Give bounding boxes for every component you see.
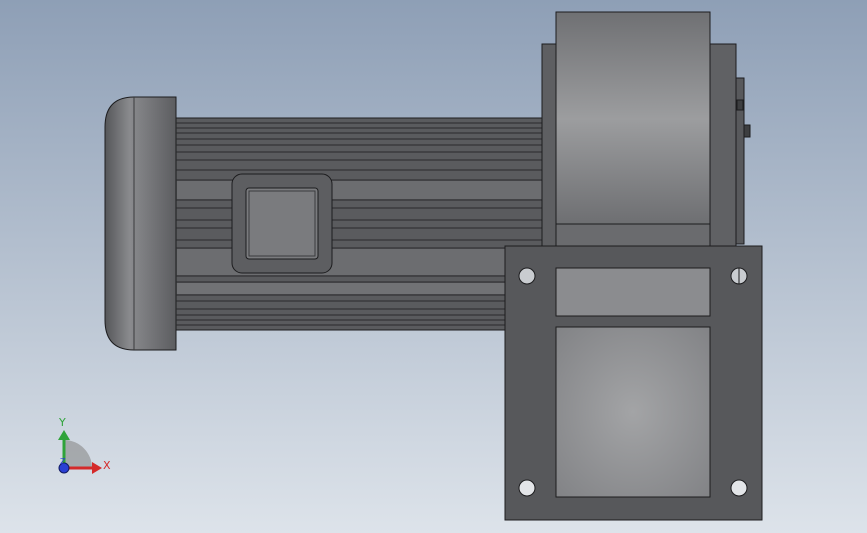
flange-hole-bottom-right <box>730 479 748 497</box>
outlet-upper-panel <box>555 267 711 317</box>
terminal-box-cover <box>245 187 319 260</box>
motor-end-cap <box>104 96 177 351</box>
blower-side-plate <box>541 43 557 253</box>
outlet-main-panel <box>555 326 711 498</box>
blower-shaft-stub <box>736 99 744 111</box>
x-axis-label: X <box>103 459 111 472</box>
flange-hole-bottom-left <box>518 479 536 497</box>
y-axis-label: Y <box>58 416 66 429</box>
blower-drum <box>555 11 711 227</box>
motor-body <box>175 117 545 331</box>
blower-bolt <box>743 124 751 138</box>
3d-graphics-viewport[interactable]: Y X Z <box>0 0 867 533</box>
flange-hole-top-left <box>518 267 536 285</box>
blower-rear-plate <box>709 43 737 249</box>
z-axis-label: Z <box>60 457 66 466</box>
